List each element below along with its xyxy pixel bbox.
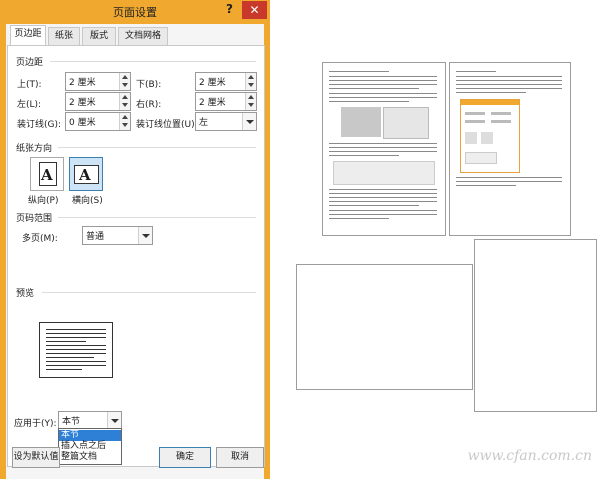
spinner-arrows-icon[interactable] xyxy=(245,93,256,110)
section-divider xyxy=(58,147,256,148)
page-2-dialog-figure xyxy=(460,99,520,173)
document-page-2 xyxy=(449,62,571,236)
portrait-glyph: A xyxy=(41,166,53,184)
multiple-pages-label: 多页(M): xyxy=(22,234,58,244)
tab-document-grid[interactable]: 文档网格 xyxy=(118,27,168,45)
gutter-position-value: 左 xyxy=(199,118,209,128)
section-divider xyxy=(58,217,256,218)
gutter-position-label: 装订线位置(U): xyxy=(136,120,198,130)
pages-section-title: 页码范围 xyxy=(16,214,53,224)
document-page-4 xyxy=(474,239,597,412)
right-margin-spinner[interactable]: 2 厘米 xyxy=(195,92,257,111)
gutter-spinner[interactable]: 0 厘米 xyxy=(65,112,131,131)
watermark: www.cfan.com.cn xyxy=(467,448,592,464)
left-margin-label: 左(L): xyxy=(17,100,42,110)
apply-option-after-insertion-point[interactable]: 插入点之后 xyxy=(59,441,121,452)
close-button[interactable]: ✕ xyxy=(242,1,267,19)
top-margin-value: 2 厘米 xyxy=(69,78,96,88)
page-1-screenshot-figure xyxy=(341,107,381,137)
portrait-label: 纵向(P) xyxy=(28,196,59,206)
left-margin-value: 2 厘米 xyxy=(69,98,96,108)
landscape-option[interactable]: A xyxy=(69,157,103,191)
spinner-arrows-icon[interactable] xyxy=(245,73,256,90)
spinner-arrows-icon[interactable] xyxy=(119,113,130,130)
page-1-table-figure xyxy=(333,161,435,185)
document-page-1 xyxy=(322,62,446,236)
apply-option-this-section[interactable]: 本节 xyxy=(59,430,121,441)
chevron-down-icon[interactable] xyxy=(107,412,121,429)
section-divider xyxy=(42,292,256,293)
orientation-section-title: 纸张方向 xyxy=(16,144,53,154)
gutter-value: 0 厘米 xyxy=(69,118,96,128)
bottom-margin-label: 下(B): xyxy=(136,80,162,90)
right-margin-value: 2 厘米 xyxy=(199,98,226,108)
tab-layout[interactable]: 版式 xyxy=(82,27,116,45)
ok-button[interactable]: 确定 xyxy=(159,447,211,468)
bottom-margin-value: 2 厘米 xyxy=(199,78,226,88)
set-default-button[interactable]: 设为默认值 xyxy=(12,447,60,468)
top-margin-spinner[interactable]: 2 厘米 xyxy=(65,72,131,91)
dialog-title-bar[interactable]: 页面设置 ? ✕ xyxy=(0,0,270,22)
left-margin-spinner[interactable]: 2 厘米 xyxy=(65,92,131,111)
landscape-label: 横向(S) xyxy=(72,196,103,206)
document-page-3-landscape xyxy=(296,264,473,390)
spinner-arrows-icon[interactable] xyxy=(119,73,130,90)
landscape-glyph: A xyxy=(79,166,91,184)
apply-to-dropdown-list: 本节 插入点之后 整篇文档 xyxy=(58,428,122,465)
spinner-arrows-icon[interactable] xyxy=(119,93,130,110)
margins-section-title: 页边距 xyxy=(16,58,44,68)
multiple-pages-select[interactable]: 普通 xyxy=(82,226,153,245)
right-margin-label: 右(R): xyxy=(136,100,162,110)
section-divider xyxy=(50,61,256,62)
top-margin-label: 上(T): xyxy=(17,80,42,90)
tab-margins[interactable]: 页边距 xyxy=(10,25,46,46)
portrait-option[interactable]: A xyxy=(30,157,64,191)
preview-page xyxy=(39,322,113,378)
chevron-down-icon[interactable] xyxy=(138,227,152,244)
page-1-dialog-figure xyxy=(383,107,429,139)
multiple-pages-value: 普通 xyxy=(86,232,105,242)
help-button[interactable]: ? xyxy=(226,2,240,18)
apply-option-whole-document[interactable]: 整篇文档 xyxy=(59,452,121,463)
apply-to-label: 应用于(Y): xyxy=(14,419,57,429)
gutter-label: 装订线(G): xyxy=(17,120,62,130)
chevron-down-icon[interactable] xyxy=(242,113,256,130)
apply-to-value: 本节 xyxy=(62,417,81,427)
preview-section-title: 预览 xyxy=(16,289,35,299)
bottom-margin-spinner[interactable]: 2 厘米 xyxy=(195,72,257,91)
tab-paper[interactable]: 纸张 xyxy=(48,27,80,45)
gutter-position-select[interactable]: 左 xyxy=(195,112,257,131)
cancel-button[interactable]: 取消 xyxy=(216,447,264,468)
